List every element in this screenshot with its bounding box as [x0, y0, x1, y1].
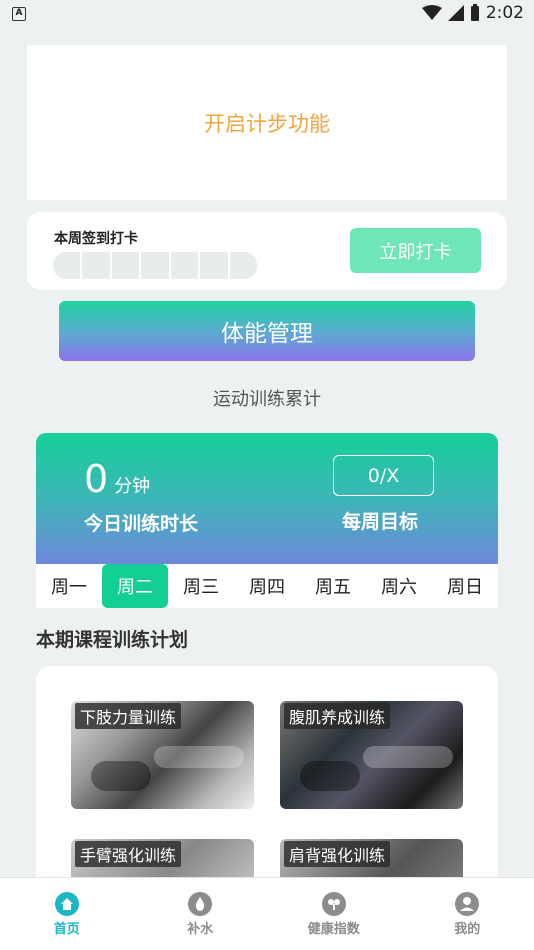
checkin-slot [82, 252, 112, 279]
enable-step-counter-link[interactable]: 开启计步功能 [27, 108, 507, 138]
tab-profile[interactable]: 我的 [401, 878, 534, 950]
course-image [363, 746, 453, 768]
tab-sunday[interactable]: 周日 [432, 564, 498, 608]
tab-label: 健康指数 [307, 922, 360, 937]
tab-saturday[interactable]: 周六 [366, 564, 432, 608]
today-duration: 0 分钟 今日训练时长 [84, 457, 224, 536]
weekday-tabs: 周一 周二 周三 周四 周五 周六 周日 [36, 564, 498, 608]
health-index-icon [321, 892, 346, 916]
tab-wednesday[interactable]: 周三 [168, 564, 234, 608]
fitness-management-button[interactable]: 体能管理 [59, 301, 475, 361]
battery-icon [470, 4, 479, 21]
tab-thursday[interactable]: 周四 [234, 564, 300, 608]
training-stats-panel: 0 分钟 今日训练时长 0/X 每周目标 [36, 433, 498, 564]
home-icon [54, 892, 79, 916]
checkin-progress [53, 252, 257, 279]
course-image [154, 746, 244, 768]
wifi-icon [421, 5, 442, 20]
course-image [300, 761, 360, 791]
status-icons: 2:02 [421, 3, 524, 23]
duration-unit: 分钟 [114, 476, 151, 497]
course-plan-title: 本期课程训练计划 [36, 629, 189, 651]
course-label: 手臂强化训练 [75, 841, 182, 867]
course-image [91, 761, 151, 791]
tab-water[interactable]: 补水 [134, 878, 268, 950]
checkin-slot [171, 252, 201, 279]
tab-monday[interactable]: 周一 [36, 564, 102, 608]
course-label: 肩背强化训练 [284, 841, 391, 867]
checkin-slot [141, 252, 171, 279]
checkin-button[interactable]: 立即打卡 [350, 228, 481, 273]
course-abs[interactable]: 腹肌养成训练 [280, 701, 463, 809]
checkin-title: 本周签到打卡 [54, 231, 138, 247]
training-section-title: 运动训练累计 [213, 389, 321, 410]
today-duration-label: 今日训练时长 [84, 513, 199, 535]
clock: 2:02 [485, 3, 524, 23]
checkin-slot [230, 252, 257, 279]
tab-label: 我的 [454, 922, 481, 937]
duration-value: 0 [84, 457, 109, 501]
checkin-slot [112, 252, 142, 279]
weekly-goal-button[interactable]: 0/X [333, 455, 434, 496]
tab-tuesday[interactable]: 周二 [102, 564, 168, 608]
checkin-slot [53, 252, 83, 279]
course-lower-body[interactable]: 下肢力量训练 [71, 701, 254, 809]
bottom-tab-bar: 首页 补水 健康指数 我的 [0, 877, 534, 950]
signal-icon [447, 5, 464, 21]
tab-label: 首页 [53, 922, 80, 937]
tab-home[interactable]: 首页 [0, 878, 134, 950]
weekly-goal-label: 每周目标 [342, 511, 419, 533]
course-label: 下肢力量训练 [75, 703, 182, 729]
tab-friday[interactable]: 周五 [300, 564, 366, 608]
status-bar: A 2:02 [0, 0, 534, 30]
weekly-checkin-card: 本周签到打卡 立即打卡 [27, 212, 507, 290]
checkin-slot [200, 252, 230, 279]
step-counter-card[interactable]: 开启计步功能 [27, 45, 507, 200]
water-drop-icon [188, 892, 213, 916]
course-plan-card: 下肢力量训练 腹肌养成训练 手臂强化训练 肩背强化训练 [36, 666, 498, 896]
user-icon [455, 892, 480, 916]
tab-health-index[interactable]: 健康指数 [267, 878, 401, 950]
course-label: 腹肌养成训练 [284, 703, 391, 729]
tab-label: 补水 [187, 922, 214, 937]
notification-icon: A [12, 7, 26, 21]
